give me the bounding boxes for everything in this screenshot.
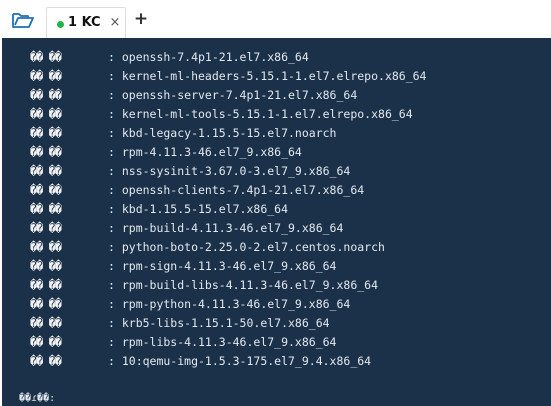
package-entry: : openssh-clients-7.4p1-21.el7.x86_64 <box>108 183 365 197</box>
terminal-line: �� �� : python-boto-2.25.0-2.el7.centos.n… <box>2 238 551 257</box>
garbled-prefix: �� �� <box>30 221 62 235</box>
garbled-prefix: �� �� <box>30 107 62 121</box>
package-entry: : kbd-1.15.5-15.el7.x86_64 <box>108 202 289 216</box>
garbled-prefix: �� �� <box>30 259 62 273</box>
terminal-line: �� �� : rpm-libs-4.11.3-46.el7_9.x86_64 <box>2 333 551 352</box>
package-entry: : 10:qemu-img-1.5.3-175.el7_9.4.x86_64 <box>108 354 372 368</box>
terminal-line: �� �� : rpm-sign-4.11.3-46.el7_9.x86_64 <box>2 257 551 276</box>
package-entry: : nss-sysinit-3.67.0-3.el7_9.x86_64 <box>108 164 351 178</box>
garbled-prefix: �� �� <box>30 297 62 311</box>
terminal-line: �� �� : rpm-build-4.11.3-46.el7_9.x86_64 <box>2 219 551 238</box>
terminal-line: �� �� : kernel-ml-headers-5.15.1-1.el7.el… <box>2 67 551 86</box>
package-entry: : openssh-server-7.4p1-21.el7.x86_64 <box>108 88 358 102</box>
garbled-prefix: �� �� <box>30 316 62 330</box>
package-entry: : rpm-python-4.11.3-46.el7_9.x86_64 <box>108 297 351 311</box>
terminal-output[interactable]: �� �� : openssh-7.4p1-21.el7.x86_64 �� ��… <box>2 38 551 406</box>
garbled-prefix: �� �� <box>30 335 62 349</box>
terminal-line: �� �� : krb5-libs-1.15.1-50.el7.x86_64 <box>2 314 551 333</box>
folder-open-icon[interactable] <box>8 7 38 33</box>
package-entry: : kernel-ml-headers-5.15.1-1.el7.elrepo.… <box>108 69 427 83</box>
session-tab[interactable]: 1 KC × <box>46 7 126 38</box>
package-entry: : kernel-ml-tools-5.15.1-1.el7.elrepo.x8… <box>108 107 413 121</box>
garbled-prefix: �� �� <box>30 164 62 178</box>
garbled-prefix: �� �� <box>30 50 62 64</box>
terminal-line: �� �� : openssh-server-7.4p1-21.el7.x86_6… <box>2 86 551 105</box>
package-entry: : rpm-4.11.3-46.el7_9.x86_64 <box>108 145 302 159</box>
tab-bar: 1 KC × + <box>0 0 551 38</box>
garbled-prefix: �� �� <box>30 240 62 254</box>
garbled-prefix: �� �� <box>30 202 62 216</box>
package-entry: : krb5-libs-1.15.1-50.el7.x86_64 <box>108 316 330 330</box>
garbled-prefix: �� �� <box>30 145 62 159</box>
terminal-line: �� �� : rpm-4.11.3-46.el7_9.x86_64 <box>2 143 551 162</box>
terminal-line: �� �� : kbd-legacy-1.15.5-15.el7.noarch <box>2 124 551 143</box>
new-tab-button[interactable]: + <box>133 11 149 28</box>
garbled-prefix: �� �� <box>30 354 62 368</box>
garbled-prefix: �� �� <box>30 183 62 197</box>
terminal-line: �� �� : openssh-7.4p1-21.el7.x86_64 <box>2 48 551 67</box>
garbled-prefix: �� �� <box>30 126 62 140</box>
garbled-prefix: �� �� <box>30 88 62 102</box>
terminal-prompt: ��ɾ��: <box>19 393 56 404</box>
package-entry: : rpm-sign-4.11.3-46.el7_9.x86_64 <box>108 259 337 273</box>
close-icon[interactable]: × <box>109 16 121 30</box>
terminal-line: �� �� : rpm-python-4.11.3-46.el7_9.x86_64 <box>2 295 551 314</box>
package-entry: : kbd-legacy-1.15.5-15.el7.noarch <box>108 126 337 140</box>
garbled-prefix: �� �� <box>30 69 62 83</box>
package-entry: : python-boto-2.25.0-2.el7.centos.noarch <box>108 240 385 254</box>
session-tab-label: 1 KC <box>68 15 101 30</box>
package-entry: : rpm-build-libs-4.11.3-46.el7_9.x86_64 <box>108 278 379 292</box>
terminal-line: �� �� : kbd-1.15.5-15.el7.x86_64 <box>2 200 551 219</box>
terminal-line: �� �� : nss-sysinit-3.67.0-3.el7_9.x86_64 <box>2 162 551 181</box>
terminal-line: �� �� : rpm-build-libs-4.11.3-46.el7_9.x8… <box>2 276 551 295</box>
terminal-line: �� �� : 10:qemu-img-1.5.3-175.el7_9.4.x86… <box>2 352 551 371</box>
terminal-line: �� �� : kernel-ml-tools-5.15.1-1.el7.elre… <box>2 105 551 124</box>
connection-status-icon <box>57 21 64 28</box>
terminal-line: �� �� : openssh-clients-7.4p1-21.el7.x86_… <box>2 181 551 200</box>
package-entry: : openssh-7.4p1-21.el7.x86_64 <box>108 50 309 64</box>
package-entry: : rpm-build-4.11.3-46.el7_9.x86_64 <box>108 221 344 235</box>
package-entry: : rpm-libs-4.11.3-46.el7_9.x86_64 <box>108 335 337 349</box>
garbled-prefix: �� �� <box>30 278 62 292</box>
